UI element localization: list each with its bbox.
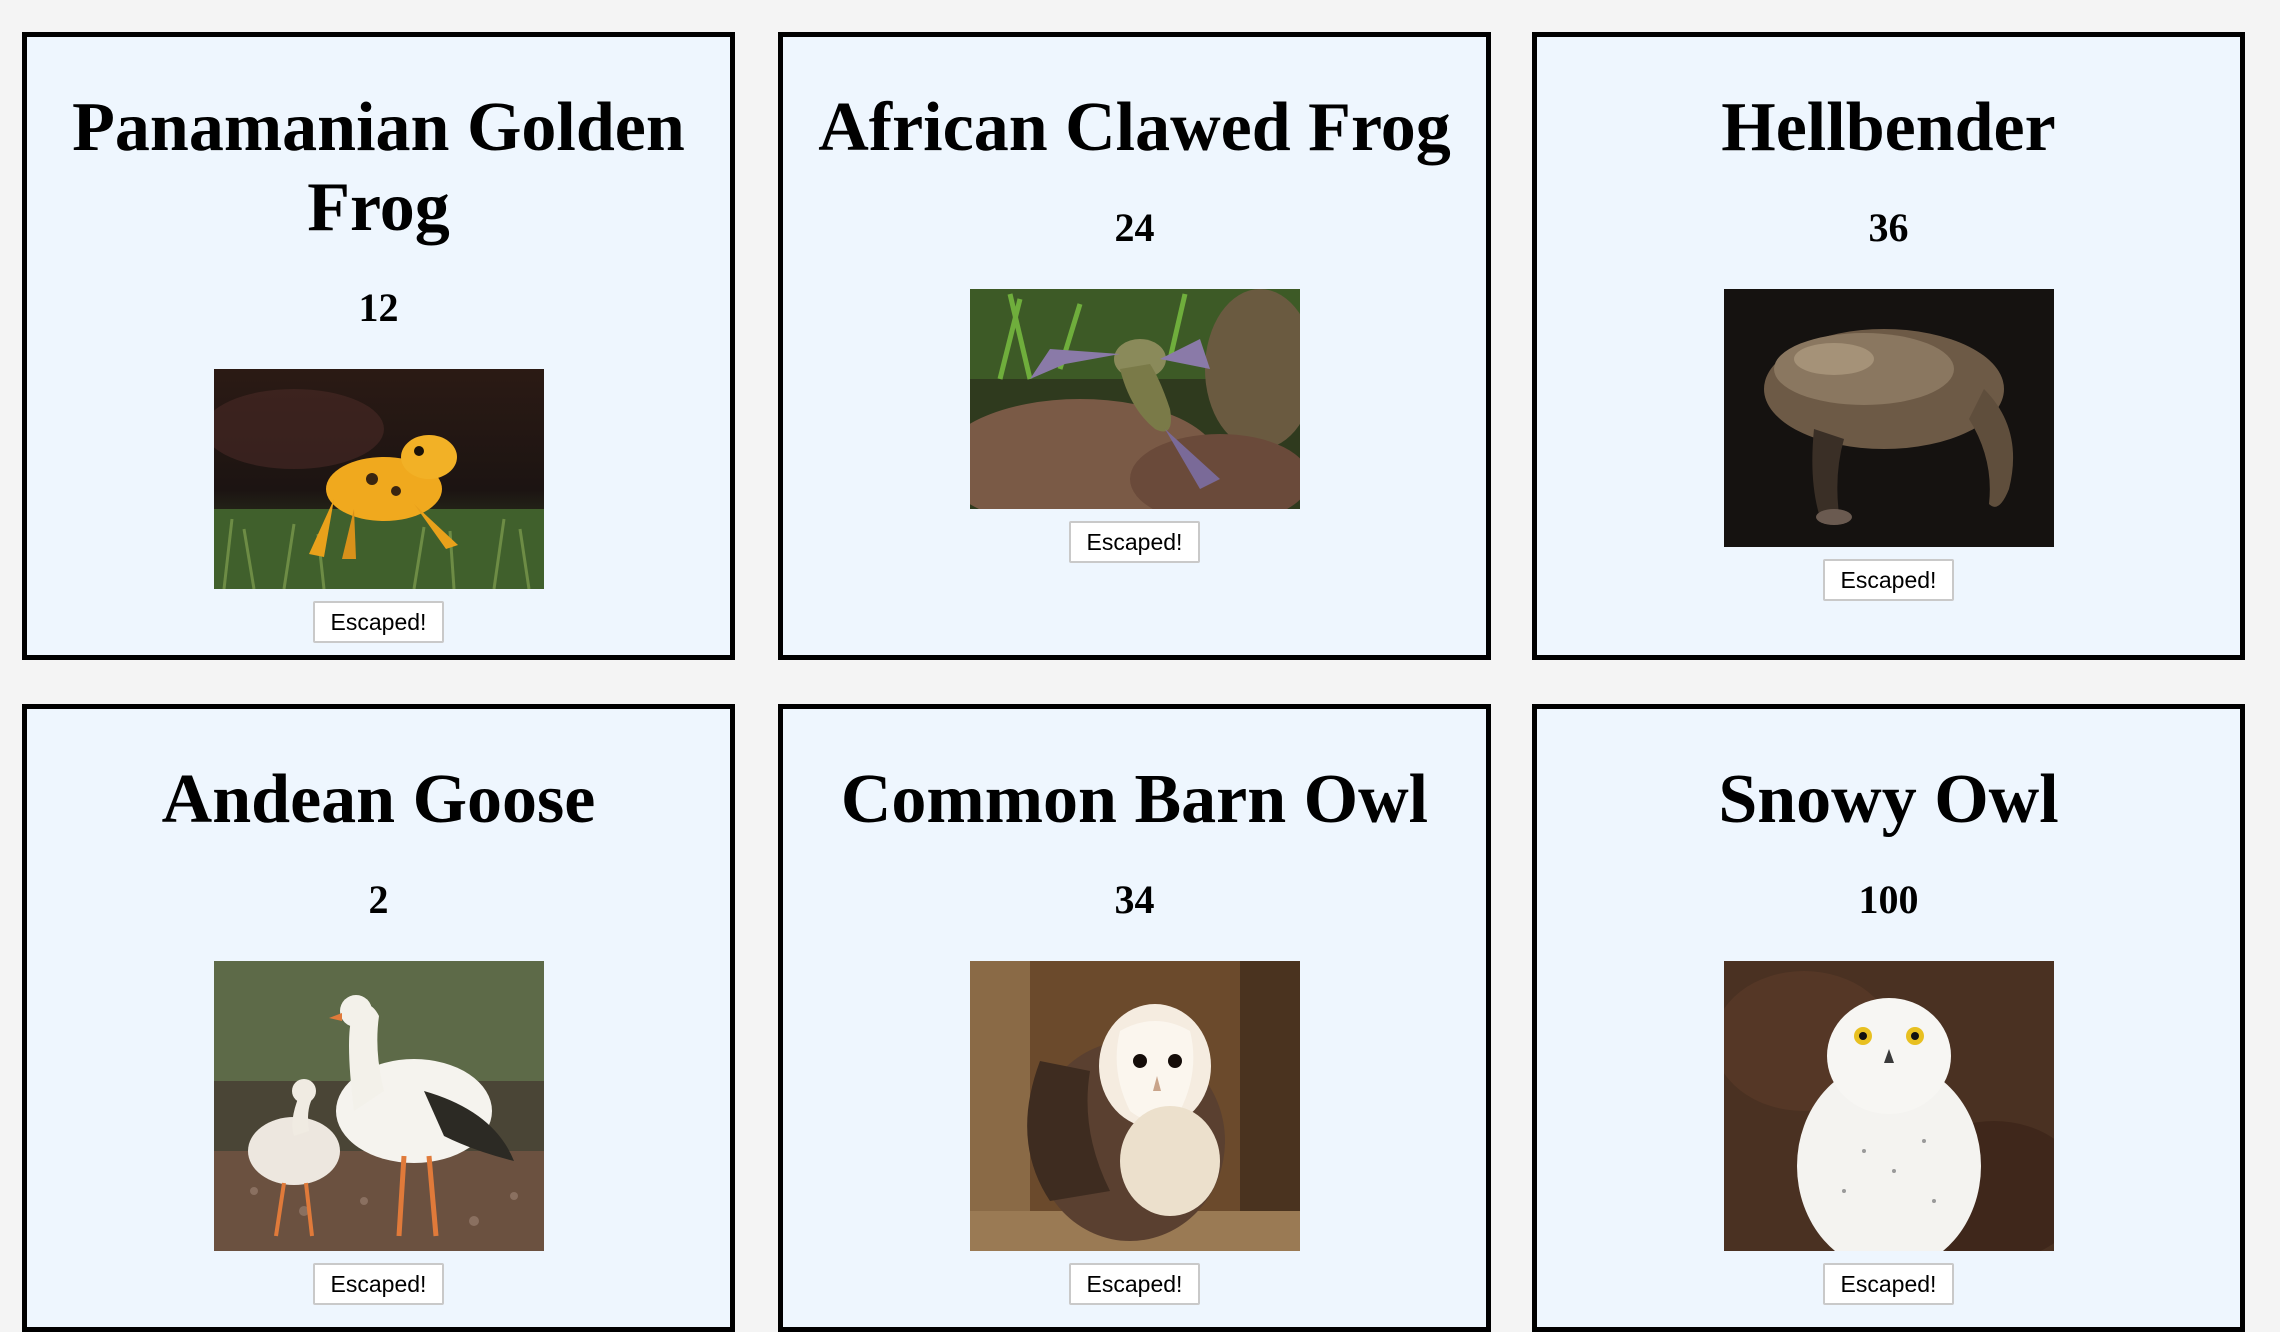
escaped-button[interactable]: Escaped! bbox=[312, 1263, 445, 1305]
animal-photo-snowy-owl bbox=[1723, 961, 2054, 1251]
animal-card: Panamanian Golden Frog 12 Escaped! bbox=[22, 32, 735, 660]
animal-name: Common Barn Owl bbox=[840, 761, 1429, 838]
animal-card: Hellbender 36 Escaped! bbox=[1532, 32, 2245, 660]
escaped-button[interactable]: Escaped! bbox=[1822, 1263, 1955, 1305]
animal-name: Andean Goose bbox=[161, 761, 596, 838]
animal-card: African Clawed Frog 24 Escaped! bbox=[778, 32, 1491, 660]
animal-photo-andean-goose bbox=[213, 961, 544, 1251]
animal-name: African Clawed Frog bbox=[818, 89, 1451, 166]
animal-count: 100 bbox=[1858, 877, 1919, 922]
escaped-button[interactable]: Escaped! bbox=[1068, 1263, 1201, 1305]
animal-card-grid: Panamanian Golden Frog 12 Escaped! Afric… bbox=[0, 0, 2280, 1332]
animal-count: 36 bbox=[1868, 205, 1909, 250]
escaped-button[interactable]: Escaped! bbox=[1068, 521, 1201, 563]
animal-name: Hellbender bbox=[1721, 89, 2056, 166]
animal-photo-golden-frog bbox=[213, 369, 544, 589]
animal-card: Snowy Owl 100 Escaped! bbox=[1532, 704, 2245, 1332]
animal-photo-hellbender bbox=[1723, 289, 2054, 547]
animal-count: 2 bbox=[368, 877, 389, 922]
escaped-button[interactable]: Escaped! bbox=[1822, 559, 1955, 601]
animal-count: 34 bbox=[1114, 877, 1155, 922]
animal-card: Common Barn Owl 34 Escaped! bbox=[778, 704, 1491, 1332]
animal-photo-clawed-frog bbox=[969, 289, 1300, 509]
animal-card: Andean Goose 2 Escaped! bbox=[22, 704, 735, 1332]
animal-name: Panamanian Golden Frog bbox=[72, 89, 685, 246]
animal-name: Snowy Owl bbox=[1718, 761, 2059, 838]
animal-photo-barn-owl bbox=[969, 961, 1300, 1251]
animal-count: 24 bbox=[1114, 205, 1155, 250]
animal-count: 12 bbox=[358, 285, 399, 330]
escaped-button[interactable]: Escaped! bbox=[312, 601, 445, 643]
